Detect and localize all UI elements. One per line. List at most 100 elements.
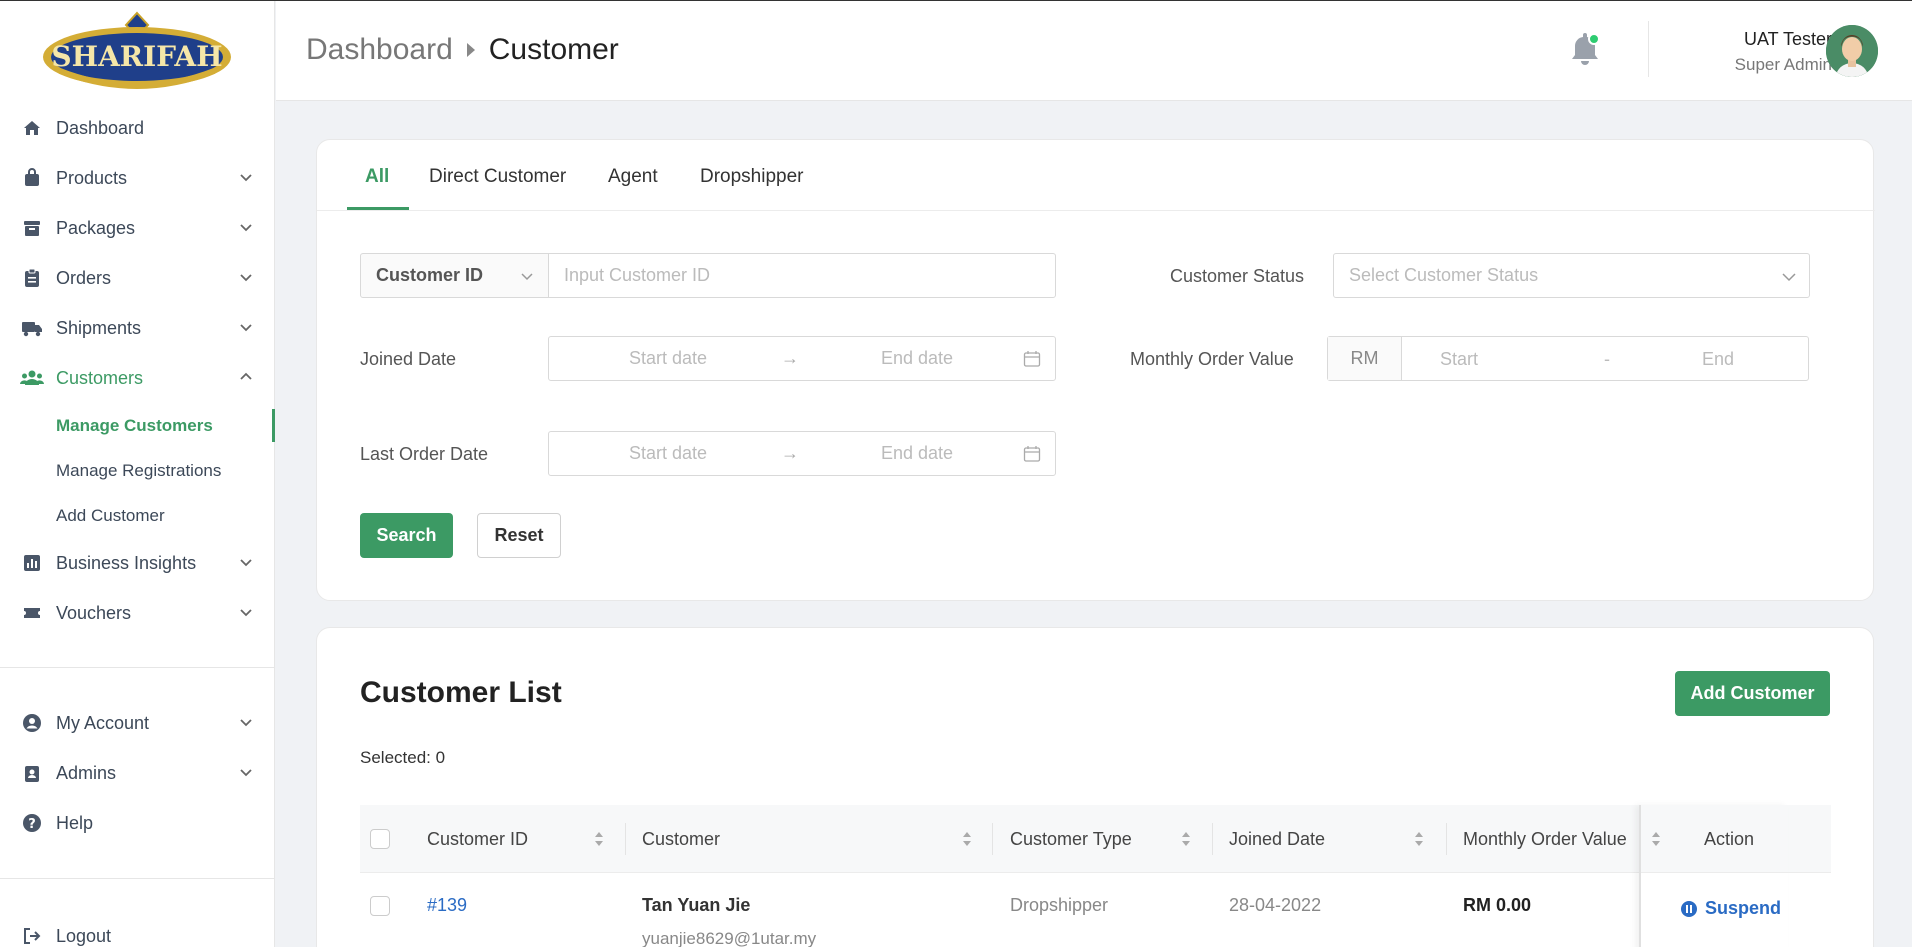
customer-status-select[interactable]: Select Customer Status [1333, 253, 1810, 298]
sidebar-item-label: Vouchers [56, 602, 132, 623]
sharifah-logo[interactable]: SHARIFAH [40, 11, 235, 93]
last-order-date-label: Last Order Date [360, 444, 489, 464]
add-customer-button[interactable]: Add Customer [1675, 671, 1830, 716]
sidebar-item-label: Customers [56, 367, 144, 388]
customer-id-selector-label: Customer ID [376, 265, 484, 285]
customer-list-title: Customer List [360, 676, 562, 709]
chevron-down-icon [240, 174, 252, 182]
customer-type-tabs: All Direct Customer Agent Dropshipper [317, 140, 1875, 211]
sidebar-divider [0, 667, 275, 668]
chevron-down-icon [240, 274, 252, 282]
sidebar-item-packages[interactable]: Packages [0, 203, 275, 253]
customer-type: Dropshipper [1010, 895, 1109, 915]
sidebar-nav: Dashboard Products Packages Orders Shipm… [0, 103, 275, 638]
sidebar-subitem-add-customer[interactable]: Add Customer [0, 493, 275, 538]
sidebar-item-my-account[interactable]: My Account [0, 698, 275, 748]
joined-date: 28-04-2022 [1229, 895, 1322, 915]
breadcrumb: Dashboard Customer [306, 33, 619, 67]
col-customer[interactable]: Customer [642, 829, 720, 850]
col-customer-type[interactable]: Customer Type [1010, 829, 1132, 850]
row-checkbox[interactable] [370, 896, 390, 916]
joined-date-label: Joined Date [360, 349, 457, 369]
customer-list-card: Customer List Add Customer Selected: 0 C… [316, 627, 1874, 947]
sidebar-item-products[interactable]: Products [0, 153, 275, 203]
chevron-down-icon [521, 273, 533, 281]
svg-text:?: ? [28, 817, 36, 832]
sidebar-item-help[interactable]: ? Help [0, 798, 275, 848]
customer-name: Tan Yuan Jie [642, 895, 751, 915]
sort-icon[interactable] [1413, 830, 1425, 848]
breadcrumb-dashboard[interactable]: Dashboard [306, 33, 453, 67]
sort-icon[interactable] [593, 830, 605, 848]
tab-agent[interactable]: Agent [608, 166, 658, 188]
suspend-button[interactable]: Suspend [1681, 898, 1781, 919]
customer-id-input[interactable]: Input Customer ID [548, 253, 1056, 298]
monthly-end-input[interactable]: End [1702, 349, 1734, 370]
sidebar-item-business-insights[interactable]: Business Insights [0, 538, 275, 588]
sidebar-item-label: Business Insights [56, 552, 197, 573]
chevron-down-icon [240, 609, 252, 617]
sidebar-item-orders[interactable]: Orders [0, 253, 275, 303]
sidebar-item-admins[interactable]: Admins [0, 748, 275, 798]
col-customer-id[interactable]: Customer ID [427, 829, 528, 850]
monthly-start-input[interactable]: Start [1440, 349, 1478, 370]
tab-dropshipper[interactable]: Dropshipper [700, 166, 804, 188]
pause-circle-icon [1681, 900, 1697, 917]
sidebar-subitem-label: Add Customer [56, 505, 165, 525]
chevron-down-icon [1782, 273, 1796, 282]
logout-button[interactable]: Logout [0, 911, 275, 947]
sidebar-item-customers[interactable]: Customers [0, 353, 275, 403]
calendar-icon [1023, 446, 1041, 462]
sidebar-subitem-manage-customers[interactable]: Manage Customers [0, 403, 275, 448]
sidebar-subitem-label: Manage Customers [56, 415, 213, 435]
badge-icon [20, 761, 44, 785]
last-order-start-date[interactable]: Start date [629, 443, 707, 464]
chart-icon [20, 551, 44, 575]
date-range-arrow-icon: → [781, 443, 799, 463]
logout-label: Logout [56, 925, 112, 946]
joined-end-date[interactable]: End date [881, 348, 953, 369]
chevron-up-icon [240, 372, 252, 380]
col-monthly-order-value[interactable]: Monthly Order Value [1463, 829, 1627, 850]
sidebar-item-label: My Account [56, 712, 150, 733]
select-all-checkbox[interactable] [370, 829, 390, 849]
monthly-order-value-range: RM Start - End [1327, 336, 1809, 381]
search-button[interactable]: Search [360, 513, 453, 558]
reset-button[interactable]: Reset [477, 513, 561, 558]
suspend-label: Suspend [1705, 898, 1782, 918]
notification-bell-icon[interactable] [1568, 31, 1602, 69]
monthly-order-value-label: Monthly Order Value [1130, 349, 1294, 369]
clipboard-icon [20, 266, 44, 290]
sidebar-subitem-label: Manage Registrations [56, 460, 222, 480]
sidebar-item-shipments[interactable]: Shipments [0, 303, 275, 353]
customer-id-placeholder: Input Customer ID [564, 265, 711, 285]
sidebar-item-dashboard[interactable]: Dashboard [0, 103, 275, 153]
column-divider [625, 823, 626, 855]
customer-id-link[interactable]: #139 [427, 895, 467, 916]
header-divider [1648, 21, 1649, 77]
sort-icon[interactable] [961, 830, 973, 848]
tab-all[interactable]: All [365, 166, 389, 188]
joined-start-date[interactable]: Start date [629, 348, 707, 369]
sort-icon[interactable] [1180, 830, 1192, 848]
joined-date-range-picker[interactable]: Start date → End date [548, 336, 1056, 381]
users-icon [20, 366, 44, 390]
last-order-date-range-picker[interactable]: Start date → End date [548, 431, 1056, 476]
sidebar: SHARIFAH Dashboard Products Packages Ord… [0, 1, 275, 947]
customer-id-selector[interactable]: Customer ID [360, 253, 549, 298]
sidebar-subitem-manage-registrations[interactable]: Manage Registrations [0, 448, 275, 493]
top-header: Dashboard Customer UAT Tester Super Admi… [276, 1, 1912, 101]
tab-direct-customer[interactable]: Direct Customer [429, 166, 566, 188]
monthly-order-value: RM 0.00 [1463, 895, 1532, 915]
archive-icon [20, 216, 44, 240]
currency-addon: RM [1328, 337, 1402, 380]
sidebar-item-label: Shipments [56, 317, 142, 338]
sidebar-bottom-nav: My Account Admins ? Help [0, 698, 275, 848]
avatar[interactable] [1826, 25, 1878, 77]
col-joined-date[interactable]: Joined Date [1229, 829, 1325, 850]
user-info[interactable]: UAT Tester Super Admin [1735, 29, 1832, 75]
last-order-end-date[interactable]: End date [881, 443, 953, 464]
sidebar-item-vouchers[interactable]: Vouchers [0, 588, 275, 638]
user-role: Super Admin [1734, 55, 1832, 74]
selected-count: Selected: 0 [360, 748, 446, 767]
